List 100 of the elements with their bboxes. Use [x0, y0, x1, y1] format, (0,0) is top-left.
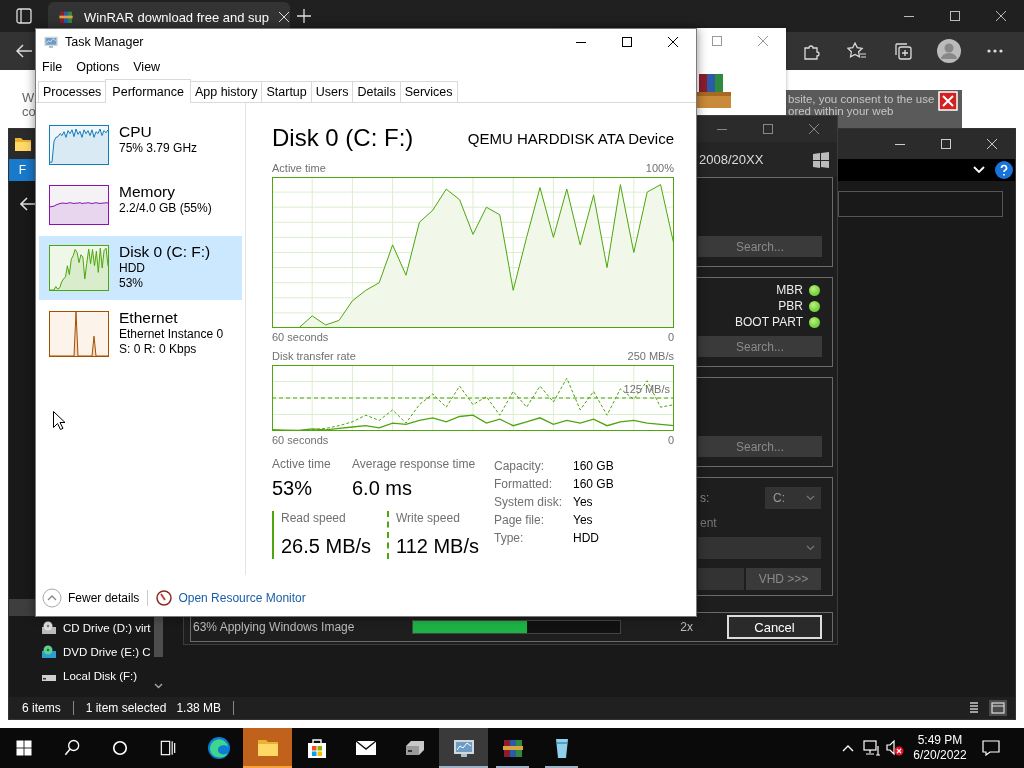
fewer-details-button[interactable]: Fewer details — [68, 590, 140, 605]
path-field[interactable] — [698, 568, 744, 590]
graph-title: Disk transfer rate — [272, 349, 356, 363]
network-icon[interactable] — [863, 740, 881, 756]
axis-label: 100% — [645, 161, 674, 175]
progress-text: 63% Applying Windows Image — [192, 620, 356, 634]
resource-item[interactable]: Ethernet Ethernet Instance 0 S: 0 R: 0 Kbps — [39, 302, 242, 366]
stat-label: Active time — [272, 457, 332, 471]
stat-value: 6.0 ms — [352, 476, 414, 501]
status-text: 6 items — [22, 701, 61, 715]
resource-item[interactable]: Disk 0 (C: F:) HDD 53% — [39, 236, 242, 300]
back-arrow-icon[interactable] — [20, 197, 36, 211]
maximize-icon[interactable] — [950, 11, 960, 21]
notification-icon[interactable] — [982, 740, 1000, 756]
stat-value: 53% — [272, 476, 314, 501]
help-icon[interactable] — [995, 161, 1013, 179]
details-view-icon[interactable] — [967, 701, 981, 715]
tab[interactable]: Performance — [105, 79, 191, 103]
search-icon[interactable] — [62, 738, 82, 758]
graph-thumbnail — [49, 125, 109, 165]
disc-drive-icon — [41, 645, 57, 659]
resource-name: Ethernet — [119, 308, 179, 327]
check-label: BOOT PART — [735, 314, 803, 330]
cancel-button[interactable]: Cancel — [727, 615, 822, 639]
nav-item[interactable]: Local Disk (F:) — [9, 664, 151, 688]
close-icon[interactable] — [996, 11, 1006, 21]
clock-date[interactable]: 6/20/2022 — [913, 748, 967, 763]
resource-detail: 53% — [119, 276, 145, 291]
graph-thumbnail — [49, 185, 109, 225]
property-label: Formatted: — [494, 477, 554, 491]
chevron-up-icon[interactable] — [842, 744, 854, 752]
plus-icon[interactable] — [297, 9, 311, 23]
resource-detail: S: 0 R: 0 Kbps — [119, 342, 198, 357]
books-icon — [697, 72, 731, 110]
puzzle-icon[interactable] — [802, 42, 820, 60]
check-label: PBR — [778, 298, 803, 314]
speed-stat: Write speed 112 MB/s — [387, 511, 494, 559]
chevron-down-icon[interactable] — [154, 683, 163, 689]
taskbar-app[interactable] — [439, 728, 488, 768]
speed-stat: Read speed 26.5 MB/s — [272, 511, 387, 559]
maximize-icon[interactable] — [622, 37, 632, 47]
monitor-icon — [43, 34, 59, 50]
favicon-icon — [58, 9, 74, 25]
close-icon[interactable] — [668, 37, 678, 47]
banner-text: ored within your web — [788, 105, 895, 117]
property-value: HDD — [573, 531, 600, 545]
resource-detail: 2.2/4.0 GB (55%) — [119, 201, 212, 216]
axis-label: 60 seconds — [272, 330, 329, 344]
sidebar-icon[interactable] — [16, 8, 32, 24]
tab[interactable]: Startup — [261, 81, 312, 102]
menu-item[interactable]: File — [41, 60, 64, 74]
speed-label: 2x — [680, 620, 693, 634]
graph-thumbnail — [49, 245, 109, 291]
status-text: 1.38 MB — [176, 701, 222, 715]
property-label: Type: — [494, 531, 525, 545]
more-icon[interactable] — [987, 49, 1003, 53]
axis-label: 60 seconds — [272, 433, 329, 447]
window-title: Task Manager — [65, 35, 144, 49]
property-label: System disk: — [494, 495, 563, 509]
text-fragment: co — [22, 105, 37, 119]
menu-item[interactable]: View — [132, 60, 162, 74]
property-value: Yes — [573, 513, 594, 527]
property-label: Capacity: — [494, 459, 546, 473]
resource-item[interactable]: CPU 75% 3.79 GHz — [39, 116, 242, 174]
axis-label: 0 — [667, 433, 674, 447]
scrollbar-thumb[interactable] — [154, 617, 163, 657]
edition-label: 2008/20XX — [699, 152, 764, 167]
text-field[interactable] — [838, 191, 1003, 217]
menu-item[interactable]: Options — [75, 60, 121, 74]
collections-icon[interactable] — [894, 42, 912, 60]
axis-label: 250 MB/s — [627, 349, 674, 363]
graph-thumbnail — [49, 311, 109, 357]
banner-text: bsite, you consent to the use — [788, 93, 936, 105]
start-icon[interactable] — [14, 738, 34, 758]
property-label: Page file: — [494, 513, 546, 527]
speaker-muted-icon[interactable] — [886, 740, 904, 756]
nav-item[interactable]: CD Drive (D:) virt — [9, 616, 151, 640]
task-view-icon[interactable] — [158, 738, 178, 758]
clock-time[interactable]: 5:49 PM — [917, 733, 963, 748]
windows-logo-icon — [813, 151, 829, 168]
ribbon-tab[interactable]: F — [9, 159, 36, 181]
nav-item[interactable]: DVD Drive (E:) C — [9, 640, 151, 664]
swirl-icon — [206, 736, 231, 760]
property-value: 160 GB — [573, 477, 614, 491]
avatar-icon[interactable] — [937, 39, 961, 63]
tiles-view-icon[interactable] — [989, 700, 1007, 716]
drive-dropdown[interactable]: C: — [765, 487, 821, 509]
property-value: 160 GB — [573, 459, 614, 473]
tab[interactable]: App history — [189, 81, 263, 102]
resource-monitor-link[interactable]: Open Resource Monitor — [178, 590, 306, 605]
property-value: Yes — [573, 495, 594, 509]
axis-label: 125 MB/s — [623, 383, 670, 395]
tab[interactable]: Services — [399, 81, 458, 102]
resource-name: Memory — [119, 182, 176, 201]
circle-icon[interactable] — [110, 738, 130, 758]
gauge-icon — [156, 589, 173, 606]
back-arrow-icon[interactable] — [16, 44, 32, 58]
tab[interactable]: Processes — [38, 81, 107, 102]
resource-item[interactable]: Memory 2.2/4.0 GB (55%) — [39, 176, 242, 234]
star-icon[interactable] — [847, 42, 867, 60]
